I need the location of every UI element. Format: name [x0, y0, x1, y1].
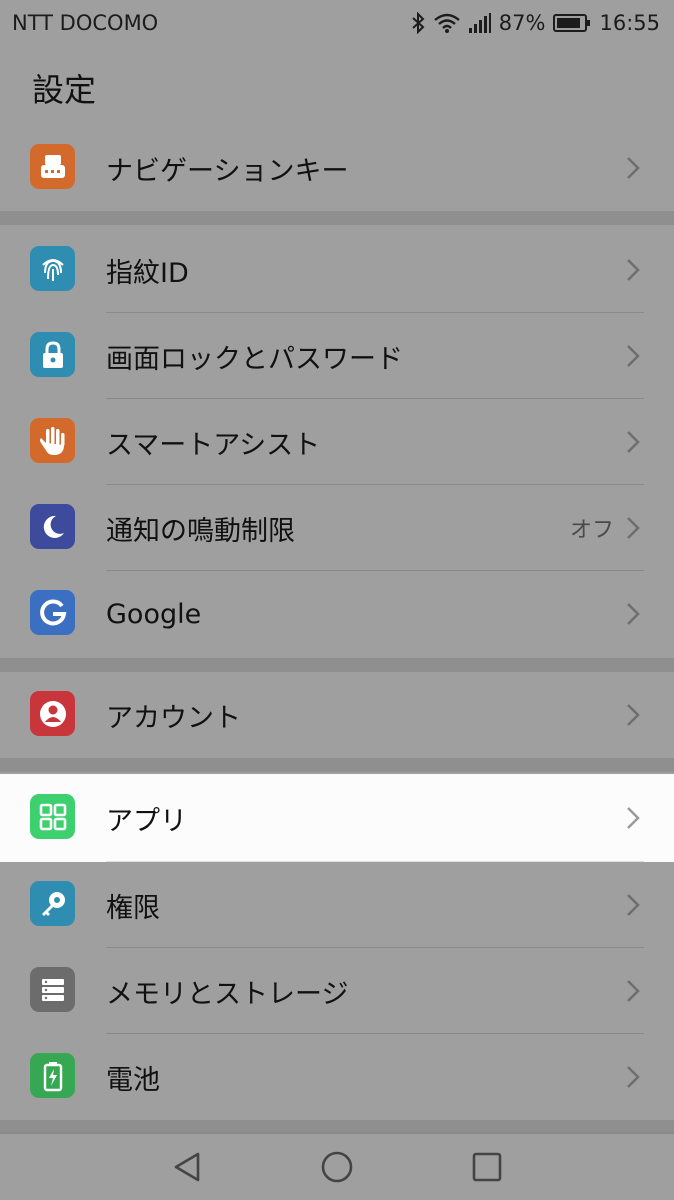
moon-icon [30, 504, 75, 549]
lock-icon [30, 332, 75, 377]
settings-item-account[interactable]: アカウント [0, 672, 674, 758]
fingerprint-icon [30, 246, 75, 291]
battery-icon [30, 1053, 75, 1098]
settings-item-label: アカウント [106, 702, 241, 734]
chevron-right-icon [626, 1065, 640, 1093]
settings-item-label: メモリとストレージ [106, 978, 349, 1010]
battery-level-icon [553, 13, 591, 33]
wifi-icon [433, 12, 461, 34]
settings-header: 設定 [0, 46, 674, 130]
chevron-right-icon [626, 156, 640, 184]
chevron-right-icon [626, 703, 640, 731]
settings-item-storage[interactable]: メモリとストレージ [0, 948, 674, 1034]
navigation-bar [0, 1132, 674, 1200]
account-icon [30, 691, 75, 736]
chevron-right-icon [626, 979, 640, 1007]
settings-item-label: 指紋ID [106, 257, 189, 289]
chevron-right-icon [626, 806, 640, 834]
chevron-right-icon [626, 430, 640, 458]
group-separator [0, 758, 674, 772]
settings-item-screen-lock[interactable]: 画面ロックとパスワード [0, 313, 674, 399]
signal-icon [468, 13, 491, 33]
settings-item-battery[interactable]: 電池 [0, 1034, 674, 1120]
settings-item-label: ナビゲーションキー [106, 155, 349, 187]
home-icon[interactable] [320, 1150, 354, 1188]
chevron-right-icon [626, 258, 640, 286]
key-icon [30, 881, 75, 926]
settings-item-smart-assist[interactable]: スマートアシスト [0, 399, 674, 485]
settings-item-label: 権限 [106, 892, 160, 924]
settings-item-navigation-key[interactable]: ナビゲーションキー [0, 125, 674, 211]
settings-item-label: スマートアシスト [106, 429, 321, 461]
status-icons: 87% 16:55 [411, 11, 660, 35]
page-title: 設定 [32, 71, 97, 109]
settings-item-label: 画面ロックとパスワード [106, 343, 403, 375]
group-separator [0, 1118, 674, 1132]
group-separator [0, 211, 674, 225]
carrier-name: NTT DOCOMO [12, 11, 159, 35]
recents-icon[interactable] [470, 1150, 504, 1188]
google-icon [30, 590, 75, 635]
settings-item-permissions[interactable]: 権限 [0, 862, 674, 948]
chevron-right-icon [626, 602, 640, 630]
settings-item-label: Google [106, 598, 202, 630]
chevron-right-icon [626, 516, 640, 544]
settings-item-value: オフ [569, 518, 614, 543]
settings-item-apps[interactable]: アプリ [0, 774, 674, 862]
settings-item-fingerprint[interactable]: 指紋ID [0, 227, 674, 313]
battery-percent: 87% [498, 11, 546, 35]
back-icon[interactable] [170, 1150, 204, 1188]
bluetooth-icon [411, 12, 425, 34]
status-bar: NTT DOCOMO 87% 16:55 [0, 0, 674, 46]
settings-item-do-not-disturb[interactable]: 通知の鳴動制限 オフ [0, 485, 674, 571]
settings-item-google[interactable]: Google [0, 571, 674, 657]
apps-icon [30, 794, 75, 839]
chevron-right-icon [626, 344, 640, 372]
settings-item-label: 通知の鳴動制限 [106, 515, 295, 547]
navigation-key-icon [30, 144, 75, 189]
chevron-right-icon [626, 893, 640, 921]
clock: 16:55 [599, 11, 660, 35]
settings-item-label: アプリ [106, 805, 187, 837]
settings-item-label: 電池 [106, 1064, 160, 1096]
storage-icon [30, 967, 75, 1012]
hand-icon [30, 418, 75, 463]
group-separator [0, 658, 674, 672]
